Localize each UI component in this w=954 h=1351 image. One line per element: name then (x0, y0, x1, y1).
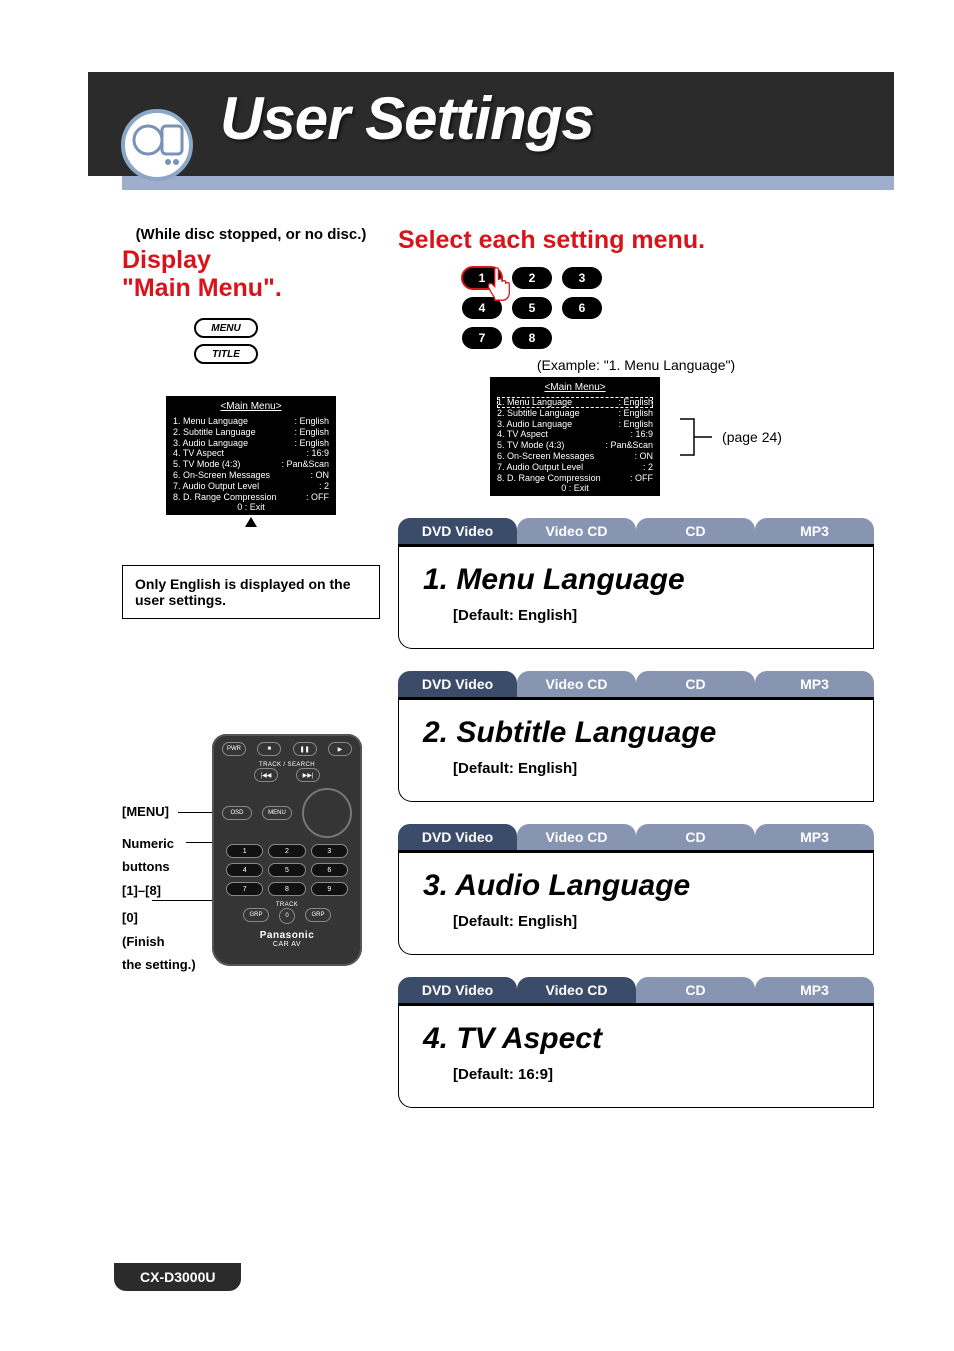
remote-next-button: ▶▶| (296, 768, 320, 782)
setting-3: DVD Video Video CD CD MP3 3. Audio Langu… (398, 824, 874, 955)
setting-3-title: 3. Audio Language (423, 869, 849, 903)
remote-np-1: 1 (226, 844, 263, 858)
setting-2: DVD Video Video CD CD MP3 2. Subtitle La… (398, 671, 874, 802)
main-menu-preview: <Main Menu> 1. Menu Language: English 2.… (166, 396, 336, 515)
num-3-button[interactable]: 3 (562, 267, 602, 289)
english-note: Only English is displayed on the user se… (122, 565, 380, 619)
model-footer: CX-D3000U (114, 1263, 241, 1291)
header-underline (122, 176, 894, 190)
setting-2-title: 2. Subtitle Language (423, 716, 849, 750)
press-hand-icon (482, 262, 522, 307)
main-menu-word: "Main Menu". (122, 274, 282, 302)
remote-grp2-button: GRP (305, 908, 331, 922)
remote-pwr-button: PWR (222, 742, 246, 756)
setting-3-default: [Default: English] (453, 913, 849, 930)
main-menu-exit: 0 : Exit (237, 502, 265, 513)
setting-4-title: 4. TV Aspect (423, 1022, 849, 1056)
remote-stop-button: ■ (257, 742, 281, 756)
tab-cd: CD (636, 671, 755, 697)
tab-mp3: MP3 (755, 671, 874, 697)
numeric-row-3: 7 8 (462, 327, 874, 349)
tab-dvd: DVD Video (398, 977, 517, 1003)
tab-vcd: Video CD (517, 518, 636, 544)
tab-mp3: MP3 (755, 518, 874, 544)
numeric-row-2: 4 5 6 (462, 297, 874, 319)
remote-np-6: 6 (311, 863, 348, 877)
tab-cd: CD (636, 977, 755, 1003)
remote-np-8: 8 (268, 882, 305, 896)
remote-menu-button: MENU (262, 806, 292, 820)
remote-brand: Panasonic (222, 930, 352, 941)
example-text: (Example: "1. Menu Language") (398, 357, 874, 373)
tab-cd: CD (636, 824, 755, 850)
setting-1-title: 1. Menu Language (423, 563, 849, 597)
remote-play-button: ▶ (328, 742, 352, 756)
title-button[interactable]: TITLE (194, 344, 258, 364)
display-heading: Display "Main Menu". (122, 247, 380, 302)
remote-illustration: PWR ■ ❚❚ ▶ TRACK / SEARCH |◀◀ ▶▶| OSD ME… (212, 734, 362, 966)
num-6-button[interactable]: 6 (562, 297, 602, 319)
remote-nav-wheel (302, 788, 352, 838)
tab-mp3: MP3 (755, 824, 874, 850)
remote-np-4: 4 (226, 863, 263, 877)
numeric-row-1: 1 2 3 (462, 267, 874, 289)
select-heading: Select each setting menu. (398, 226, 874, 255)
remote-np-0: 0 (279, 908, 295, 924)
remote-brand-sub: CAR AV (222, 941, 352, 948)
remote-group-button: GRP (243, 908, 269, 922)
main-menu-title: <Main Menu> (173, 401, 329, 413)
tab-vcd: Video CD (517, 824, 636, 850)
tab-dvd: DVD Video (398, 824, 517, 850)
setting-1: DVD Video Video CD CD MP3 1. Menu Langua… (398, 518, 874, 649)
page-ref: (page 24) (722, 429, 782, 445)
remote-np-2: 2 (268, 844, 305, 858)
remote-np-5: 5 (268, 863, 305, 877)
setting-2-default: [Default: English] (453, 760, 849, 777)
remote-numpad: 1 2 3 4 5 6 7 8 9 (226, 844, 348, 896)
remote-prev-button: |◀◀ (254, 768, 278, 782)
remote-np-3: 3 (311, 844, 348, 858)
remote-np-9: 9 (311, 882, 348, 896)
setting-1-default: [Default: English] (453, 607, 849, 624)
remote-pause-button: ❚❚ (293, 742, 317, 756)
setting-4-default: [Default: 16:9] (453, 1066, 849, 1083)
precondition-text: (While disc stopped, or no disc.) (122, 226, 380, 243)
callout-bracket-icon (678, 417, 716, 457)
num-8-button[interactable]: 8 (512, 327, 552, 349)
page-title: User Settings (220, 84, 594, 153)
tab-mp3: MP3 (755, 977, 874, 1003)
settings-icon (118, 106, 196, 184)
num-7-button[interactable]: 7 (462, 327, 502, 349)
remote-np-7: 7 (226, 882, 263, 896)
display-word: Display (122, 246, 211, 274)
remote-osd-button: OSD (222, 806, 252, 820)
tab-vcd: Video CD (517, 977, 636, 1003)
tab-dvd: DVD Video (398, 671, 517, 697)
menu-button[interactable]: MENU (194, 318, 258, 338)
tab-vcd: Video CD (517, 671, 636, 697)
main-menu-preview-highlighted: <Main Menu> 1. Menu Language: English 2.… (490, 377, 660, 496)
pointer-up-icon (245, 517, 257, 527)
tab-dvd: DVD Video (398, 518, 517, 544)
tab-cd: CD (636, 518, 755, 544)
setting-4: DVD Video Video CD CD MP3 4. TV Aspect [… (398, 977, 874, 1108)
